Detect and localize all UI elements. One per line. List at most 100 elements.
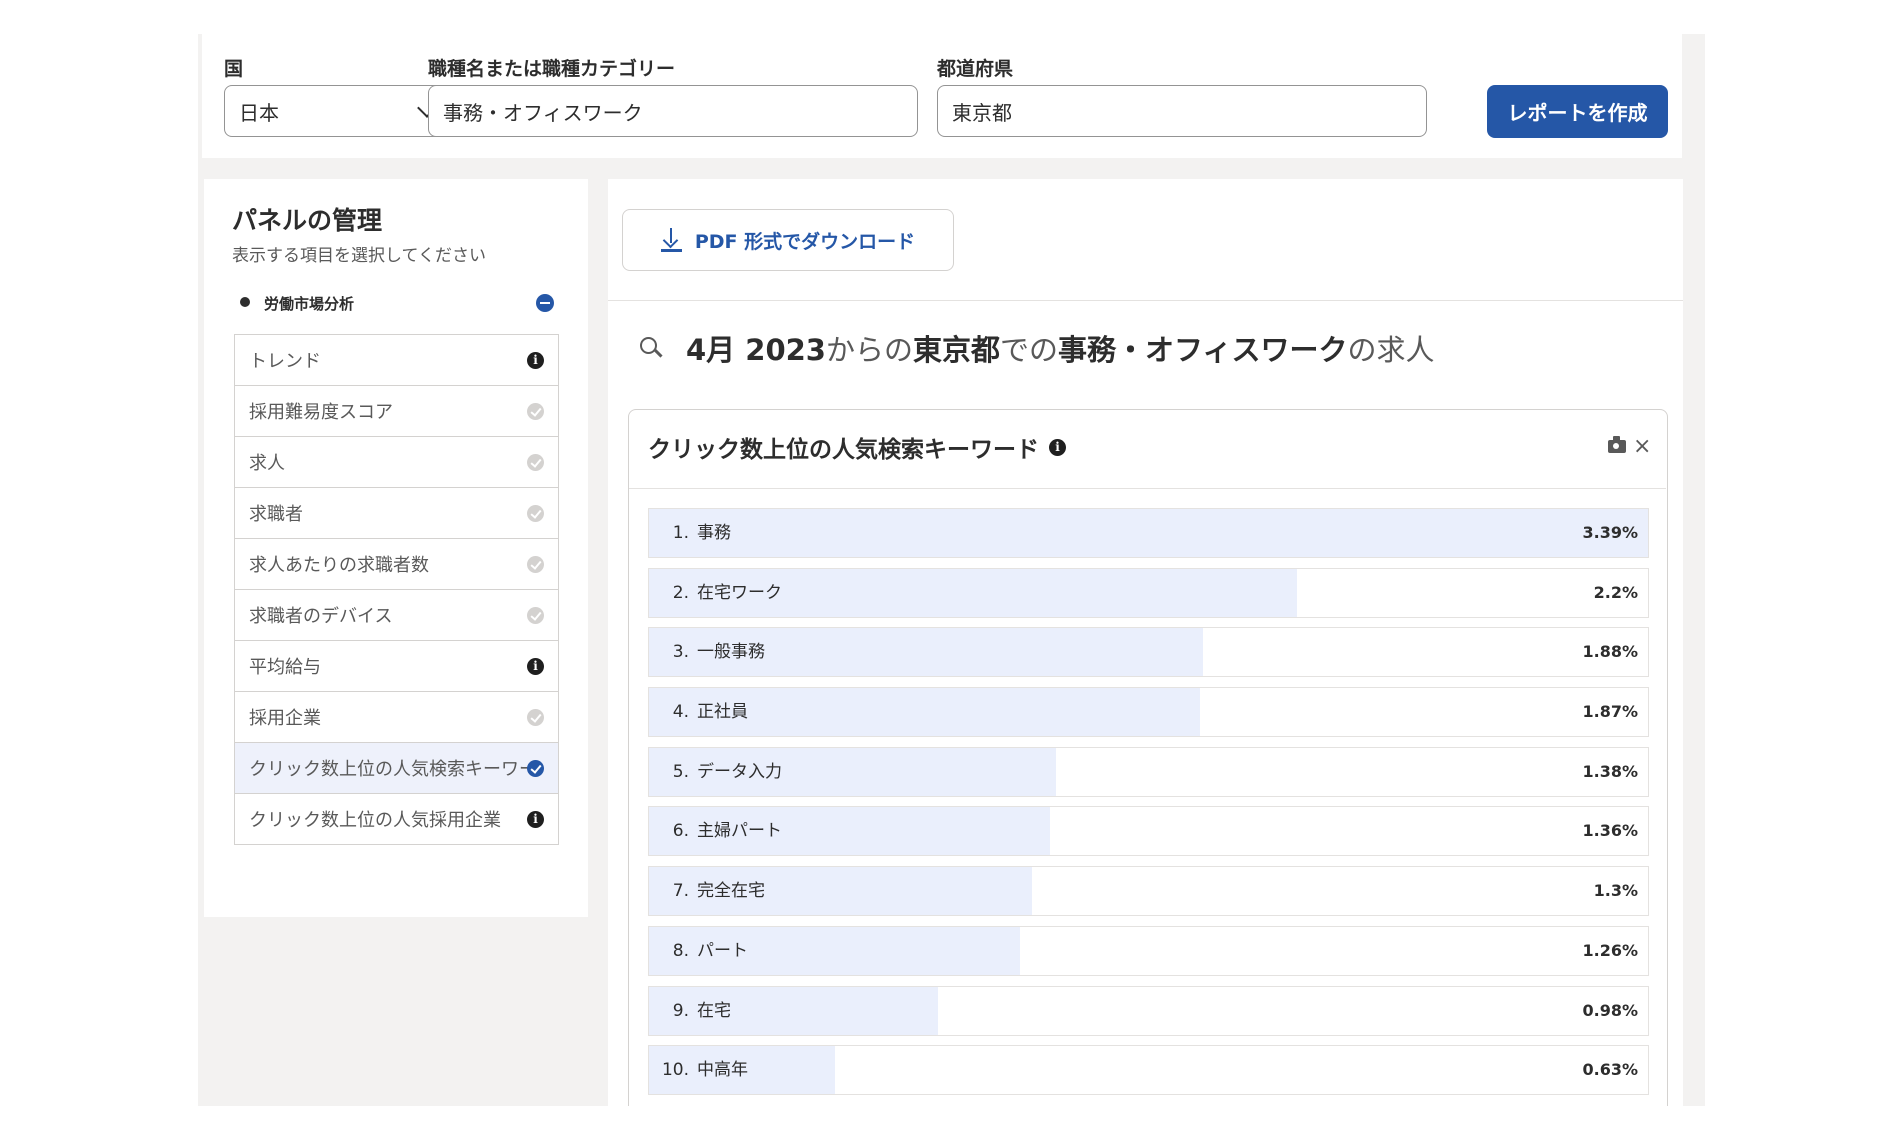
panel-item-label: クリック数上位の人気検索キーワード: [249, 759, 529, 780]
keyword-label: 1. 事務: [661, 509, 731, 557]
group-labor-market[interactable]: 労働市場分析: [234, 289, 554, 317]
check-icon[interactable]: [527, 709, 544, 726]
panel-item[interactable]: 採用難易度スコア: [235, 386, 558, 437]
headline-suffix: の求人: [1347, 333, 1435, 367]
card-divider: [629, 488, 1666, 489]
check-icon[interactable]: [527, 556, 544, 573]
job-input[interactable]: 事務・オフィスワーク: [428, 85, 918, 137]
keyword-label: 9. 在宅: [661, 987, 731, 1035]
check-icon[interactable]: [527, 403, 544, 420]
keyword-rank: 6.: [672, 821, 689, 842]
download-pdf-button[interactable]: PDF 形式でダウンロード: [622, 209, 954, 271]
keyword-label: 5. データ入力: [661, 748, 782, 796]
check-icon[interactable]: [527, 760, 544, 777]
keyword-rank: 5.: [672, 761, 689, 782]
headline-job: 事務・オフィスワーク: [1058, 333, 1348, 367]
check-icon[interactable]: [527, 607, 544, 624]
keyword-bar: [649, 509, 1648, 557]
keyword-rank: 2.: [672, 582, 689, 603]
keyword-value: 1.36%: [1582, 821, 1638, 841]
info-icon[interactable]: [527, 352, 544, 369]
headline-from: からの: [826, 333, 914, 367]
panel-manager-subtitle: 表示する項目を選択してください: [232, 246, 486, 266]
close-icon[interactable]: ×: [1633, 434, 1651, 459]
keyword-rank: 9.: [672, 1000, 689, 1021]
keyword-row: 6. 主婦パート 1.36%: [648, 806, 1649, 857]
card-title: クリック数上位の人気検索キーワード: [648, 430, 1066, 464]
panel-item[interactable]: 求職者のデバイス: [235, 590, 558, 641]
prefecture-input[interactable]: 東京都: [937, 85, 1427, 137]
camera-icon[interactable]: [1608, 436, 1626, 453]
keyword-term: 主婦パート: [697, 821, 782, 842]
keyword-value: 1.87%: [1582, 702, 1638, 722]
keyword-term: 事務: [697, 523, 731, 543]
keyword-term: 中高年: [697, 1060, 748, 1081]
keyword-row: 9. 在宅 0.98%: [648, 985, 1649, 1036]
keyword-label: 6. 主婦パート: [661, 807, 782, 855]
keyword-term: パート: [697, 940, 748, 961]
keyword-rank: 3.: [672, 642, 689, 663]
check-icon[interactable]: [527, 505, 544, 522]
panel-item-label: 求人あたりの求職者数: [249, 555, 429, 576]
keyword-rank: 7.: [672, 881, 689, 902]
panel-item[interactable]: 採用企業: [235, 692, 558, 743]
check-icon[interactable]: [527, 454, 544, 471]
keyword-value: 0.63%: [1582, 1060, 1638, 1080]
panel-manager: パネルの管理 表示する項目を選択してください 労働市場分析 トレンド採用難易度ス…: [204, 179, 588, 917]
keyword-rank: 1.: [672, 523, 689, 543]
keyword-value: 1.88%: [1582, 642, 1638, 662]
keyword-row: 8. パート 1.26%: [648, 925, 1649, 976]
keyword-rank: 10.: [661, 1060, 689, 1081]
country-select[interactable]: 日本: [224, 85, 449, 137]
keyword-term: 在宅: [697, 1000, 731, 1021]
panel-item[interactable]: 求人あたりの求職者数: [235, 539, 558, 590]
panel-item-label: 求職者のデバイス: [249, 606, 393, 627]
create-report-button[interactable]: レポートを作成: [1487, 85, 1668, 138]
panel-item[interactable]: クリック数上位の人気検索キーワード: [235, 743, 558, 794]
panel-item-label: 求人: [249, 453, 285, 474]
panel-item-label: クリック数上位の人気採用企業: [249, 810, 501, 831]
keyword-label: 3. 一般事務: [661, 628, 765, 676]
keyword-term: 一般事務: [697, 642, 765, 663]
panel-item[interactable]: 求職者: [235, 488, 558, 539]
keyword-row: 5. データ入力 1.38%: [648, 746, 1649, 797]
keyword-row: 10. 中高年 0.63%: [648, 1045, 1649, 1096]
keyword-rank: 4.: [672, 702, 689, 723]
headline-in: での: [1000, 333, 1059, 367]
keyword-term: 正社員: [697, 702, 748, 723]
panel-item[interactable]: トレンド: [235, 335, 558, 386]
keyword-value: 2.2%: [1593, 582, 1638, 602]
panel-item-label: 採用難易度スコア: [249, 402, 393, 423]
keyword-row: 4. 正社員 1.87%: [648, 687, 1649, 738]
report-main: PDF 形式でダウンロード 4月 2023 からの 東京都 での 事務・オフィス…: [608, 179, 1683, 1106]
search-bar: 国 日本 職種名または職種カテゴリー 事務・オフィスワーク 都道府県 東京都 レ…: [202, 34, 1682, 158]
app-frame: 国 日本 職種名または職種カテゴリー 事務・オフィスワーク 都道府県 東京都 レ…: [198, 34, 1705, 1106]
info-icon[interactable]: [527, 811, 544, 828]
keyword-list: 1. 事務 3.39% 2. 在宅ワーク 2.2% 3. 一般事務 1.88% 4. 正社員 1.87…: [648, 508, 1649, 1105]
panel-item[interactable]: 求人: [235, 437, 558, 488]
keyword-label: 10. 中高年: [661, 1046, 748, 1094]
keyword-value: 1.3%: [1593, 881, 1638, 901]
keyword-row: 3. 一般事務 1.88%: [648, 627, 1649, 678]
keyword-value: 3.39%: [1582, 523, 1638, 542]
panel-item[interactable]: クリック数上位の人気採用企業: [235, 794, 558, 845]
search-icon: [638, 335, 664, 361]
headline-location: 東京都: [913, 333, 1001, 367]
keyword-row: 2. 在宅ワーク 2.2%: [648, 567, 1649, 618]
card-title-text: クリック数上位の人気検索キーワード: [648, 437, 1039, 463]
prefecture-value: 東京都: [952, 100, 1012, 125]
download-icon: [660, 228, 682, 252]
panel-item-label: トレンド: [249, 351, 321, 372]
lightbulb-icon: [234, 292, 256, 314]
job-value: 事務・オフィスワーク: [443, 100, 643, 125]
country-value: 日本: [239, 100, 279, 125]
collapse-icon[interactable]: [536, 294, 554, 312]
panel-list: トレンド採用難易度スコア求人求職者求人あたりの求職者数求職者のデバイス平均給与採…: [234, 334, 559, 845]
headline-date: 4月 2023: [686, 333, 826, 367]
download-pdf-label: PDF 形式でダウンロード: [694, 230, 916, 253]
keyword-row: 1. 事務 3.39%: [648, 508, 1649, 558]
keyword-label: 8. パート: [661, 927, 748, 975]
info-icon[interactable]: [1049, 438, 1066, 456]
info-icon[interactable]: [527, 658, 544, 675]
panel-item[interactable]: 平均給与: [235, 641, 558, 692]
